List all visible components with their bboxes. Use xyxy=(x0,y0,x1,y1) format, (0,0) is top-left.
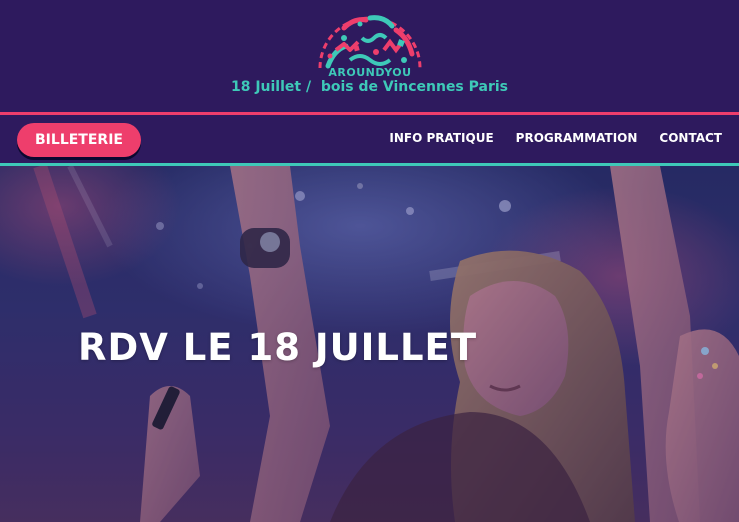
logo-wordmark: AROUNDYOU xyxy=(328,66,412,79)
hero-banner: RDV LE 18 JUILLET xyxy=(0,166,739,522)
nav-link-programmation[interactable]: PROGRAMMATION xyxy=(516,131,638,145)
main-navigation: BILLETERIE INFO PRATIQUE PROGRAMMATION C… xyxy=(0,115,739,163)
nav-link-info-pratique[interactable]: INFO PRATIQUE xyxy=(389,131,493,145)
hero-title: RDV LE 18 JUILLET xyxy=(78,326,478,369)
nav-link-contact[interactable]: CONTACT xyxy=(659,131,722,145)
event-tagline: 18 Juillet / bois de Vincennes Paris xyxy=(230,79,509,95)
page: AROUNDYOU 18 Juillet / bois de Vincennes… xyxy=(0,0,739,522)
ticketing-button[interactable]: BILLETERIE xyxy=(17,123,141,157)
site-header: AROUNDYOU 18 Juillet / bois de Vincennes… xyxy=(0,0,739,112)
nav-links: INFO PRATIQUE PROGRAMMATION CONTACT xyxy=(389,131,722,145)
